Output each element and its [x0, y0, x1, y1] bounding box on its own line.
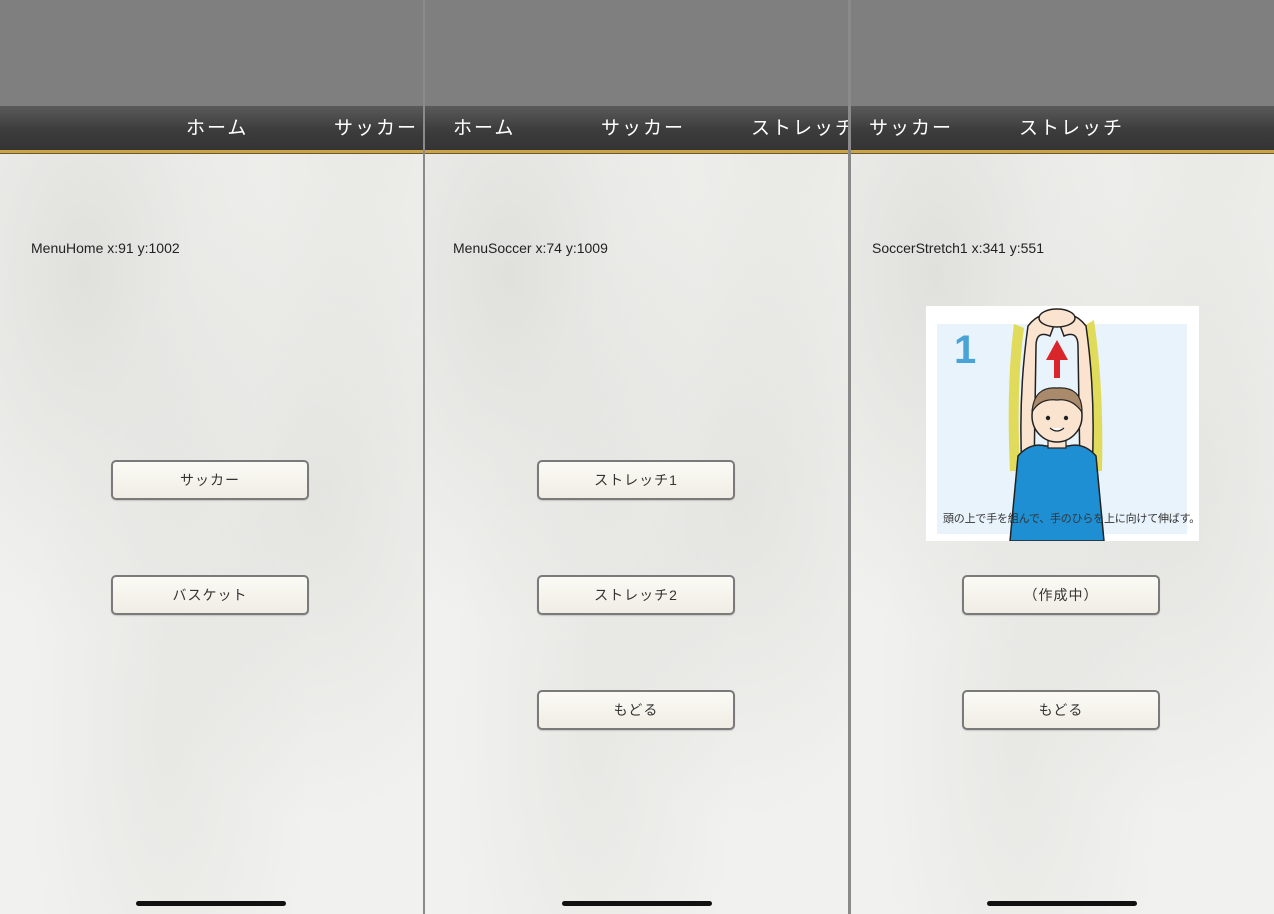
soccer-button[interactable]: サッカー [111, 460, 309, 500]
status-bar [425, 0, 848, 106]
screen-menu-home: ホーム サッカー MenuHome x:91 y:1002 サッカー バスケット [0, 0, 423, 914]
step-number: 1 [954, 328, 977, 372]
illustration-caption: 頭の上で手を組んで、手のひらを上に向けて伸ばす。 [943, 513, 1201, 525]
nav-item-stretch[interactable]: ストレッチ [751, 106, 848, 150]
status-bar [0, 0, 423, 106]
basket-button[interactable]: バスケット [111, 575, 309, 615]
stretch1-button[interactable]: ストレッチ1 [537, 460, 735, 500]
nav-item-soccer[interactable]: サッカー [869, 106, 953, 150]
debug-label: MenuSoccer x:74 y:1009 [453, 240, 608, 256]
back-button[interactable]: もどる [962, 690, 1160, 730]
nav-item-home[interactable]: ホーム [186, 106, 248, 150]
nav-item-home[interactable]: ホーム [453, 106, 515, 150]
nav-bar: ホーム サッカー ストレッチ [425, 106, 848, 153]
stretch-illustration: 1 頭の上で手を組んで、手のひらを上に向けて伸ばす。 [926, 306, 1201, 542]
nav-item-soccer[interactable]: サッカー [601, 106, 685, 150]
nav-bar: ホーム サッカー [0, 106, 423, 153]
nav-bar: サッカー ストレッチ [851, 106, 1274, 153]
debug-label: MenuHome x:91 y:1002 [31, 240, 180, 256]
home-indicator[interactable] [136, 901, 286, 906]
stretch2-button[interactable]: ストレッチ2 [537, 575, 735, 615]
screen-soccer-stretch1: サッカー ストレッチ SoccerStretch1 x:341 y:551 1 … [851, 0, 1274, 914]
home-indicator[interactable] [562, 901, 712, 906]
back-button[interactable]: もどる [537, 690, 735, 730]
in-progress-button[interactable]: （作成中） [962, 575, 1160, 615]
home-indicator[interactable] [987, 901, 1137, 906]
nav-item-stretch[interactable]: ストレッチ [1019, 106, 1124, 150]
nav-item-soccer[interactable]: サッカー [334, 106, 418, 150]
screen-menu-soccer: ホーム サッカー ストレッチ MenuSoccer x:74 y:1009 スト… [425, 0, 848, 914]
status-bar [851, 0, 1274, 106]
debug-label: SoccerStretch1 x:341 y:551 [872, 240, 1044, 256]
